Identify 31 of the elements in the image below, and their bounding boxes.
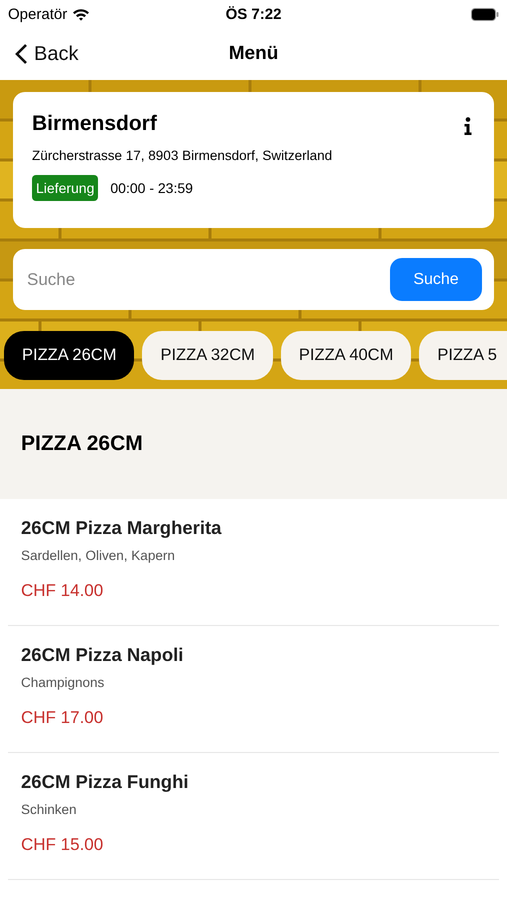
back-button[interactable]: Back — [14, 42, 78, 66]
info-icon[interactable] — [464, 117, 472, 135]
chevron-left-icon — [14, 43, 28, 65]
menu-item[interactable]: 26CM Pizza Funghi Schinken CHF 15.00 — [8, 753, 499, 880]
category-tab[interactable]: PIZZA 26CM — [4, 331, 134, 380]
wifi-icon — [72, 8, 90, 20]
item-name: 26CM Pizza Margherita — [21, 517, 222, 539]
store-address: Zürcherstrasse 17, 8903 Birmensdorf, Switzerland — [32, 148, 334, 163]
battery-icon — [471, 8, 499, 20]
search-bar[interactable]: Suche Suche — [13, 249, 494, 310]
carrier-name: Operatör — [8, 6, 68, 22]
store-name: Birmensdorf — [32, 112, 157, 136]
page-title: Menü — [228, 43, 278, 65]
search-button[interactable]: Suche — [390, 258, 482, 301]
item-description: Champignons — [21, 675, 106, 690]
item-name: 26CM Pizza Napoli — [21, 644, 184, 666]
category-tab[interactable]: PIZZA 5 — [419, 331, 507, 380]
item-price: CHF 15.00 — [21, 835, 104, 855]
menu-item[interactable]: 26CM Pizza Margherita Sardellen, Oliven, Kapern CHF 14.00 — [8, 499, 499, 626]
item-description: Sardellen, Oliven, Kapern — [21, 548, 176, 563]
section-title: PIZZA 26CM — [21, 432, 143, 456]
item-description: Schinken — [21, 802, 78, 817]
item-price: CHF 14.00 — [21, 581, 104, 601]
item-price: CHF 17.00 — [21, 708, 104, 728]
category-tab[interactable]: PIZZA 32CM — [142, 331, 273, 380]
item-name: 26CM Pizza Funghi — [21, 771, 190, 793]
menu-item[interactable]: 26CM Pizza Napoli Champignons CHF 17.00 — [8, 626, 499, 753]
status-time: ÖS 7:22 — [226, 6, 282, 22]
delivery-badge: Lieferung — [32, 175, 98, 201]
category-tab[interactable]: PIZZA 40CM — [280, 331, 412, 380]
opening-hours: 00:00 - 23:59 — [110, 180, 193, 196]
